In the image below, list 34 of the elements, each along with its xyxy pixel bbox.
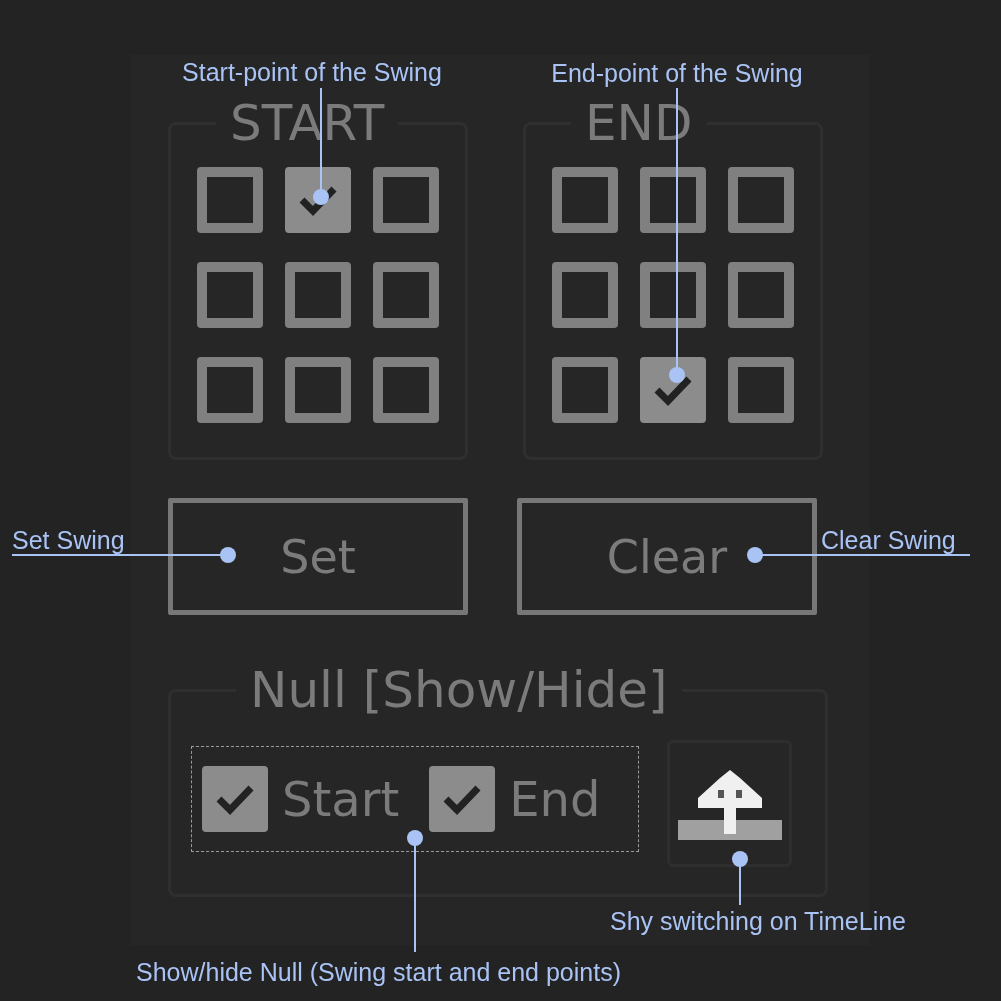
checkbox[interactable] <box>640 262 706 328</box>
panel-button[interactable]: Clear <box>517 498 817 615</box>
checkbox[interactable] <box>552 262 618 328</box>
checkbox[interactable] <box>552 357 618 423</box>
checkbox[interactable] <box>285 357 351 423</box>
leader-line <box>732 851 748 906</box>
checkbox[interactable] <box>728 262 794 328</box>
checkbox[interactable] <box>285 167 351 233</box>
callout-label: End-point of the Swing <box>551 58 803 88</box>
checkbox[interactable] <box>640 167 706 233</box>
checkbox[interactable] <box>202 766 268 832</box>
checkbox[interactable] <box>552 167 618 233</box>
callout-label: Shy switching on TimeLine <box>610 906 906 936</box>
group-title: Null [Show/Hide] <box>249 662 669 718</box>
callout-label: Clear Swing <box>821 525 956 555</box>
checkbox[interactable] <box>728 357 794 423</box>
checkbox[interactable] <box>640 357 706 423</box>
checkbox[interactable] <box>285 262 351 328</box>
panel-button[interactable]: Set <box>168 498 468 615</box>
checkbox-label: Start <box>282 771 400 827</box>
checkbox[interactable] <box>197 167 263 233</box>
checkbox[interactable] <box>197 357 263 423</box>
checkbox[interactable] <box>728 167 794 233</box>
checkbox[interactable] <box>197 262 263 328</box>
callout-label: Start-point of the Swing <box>182 57 442 87</box>
checkbox[interactable] <box>429 766 496 832</box>
callout-label: Set Swing <box>12 525 125 555</box>
checkbox[interactable] <box>373 262 439 328</box>
shy-icon <box>677 767 782 840</box>
checkbox-label: End <box>509 771 601 827</box>
checkbox[interactable] <box>373 167 439 233</box>
checkbox[interactable] <box>373 357 439 423</box>
callout-label: Show/hide Null (Swing start and end points) <box>136 957 621 987</box>
shy-button[interactable] <box>667 740 792 867</box>
